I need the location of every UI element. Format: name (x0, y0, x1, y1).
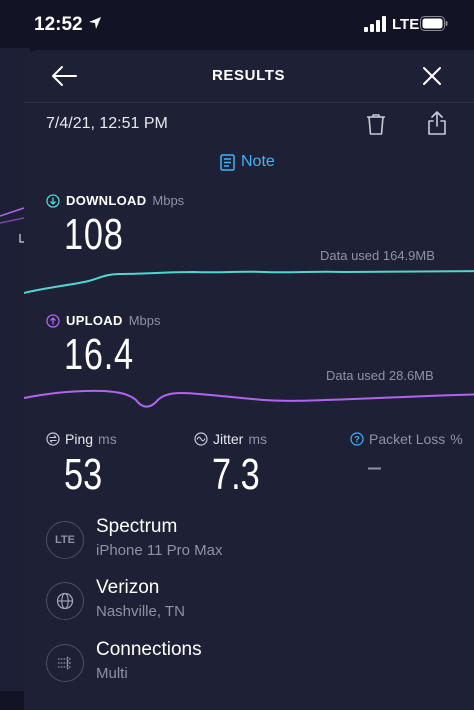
upload-value: 16.4 (64, 330, 134, 379)
provider-name: Spectrum (96, 516, 178, 537)
connections-title: Connections (96, 639, 202, 660)
status-time: 12:52 (34, 14, 83, 35)
status-bar: 12:52 LTE (0, 0, 474, 50)
results-header: RESULTS (24, 50, 474, 103)
jitter-icon (194, 432, 208, 446)
trash-icon[interactable] (364, 112, 388, 136)
network-type-label: LTE (392, 16, 420, 33)
help-icon[interactable]: ? (350, 432, 364, 446)
note-icon (220, 153, 235, 171)
packet-loss-value: – (368, 450, 382, 483)
download-header: DOWNLOAD Mbps (46, 193, 184, 208)
download-value: 108 (64, 210, 124, 259)
upload-unit: Mbps (128, 313, 161, 328)
jitter-value: 7.3 (212, 450, 260, 499)
download-unit: Mbps (152, 193, 185, 208)
globe-icon (46, 582, 84, 620)
upload-label: UPLOAD (66, 313, 123, 328)
globe-icon-graphic (56, 592, 74, 610)
device-name: iPhone 11 Pro Max (96, 542, 223, 559)
ping-value: 53 (64, 450, 103, 499)
connections-icon (46, 644, 84, 682)
svg-text:?: ? (354, 435, 360, 445)
upload-arrow-icon (46, 313, 60, 328)
connections-icon-graphic (58, 656, 72, 670)
page-title: RESULTS (212, 67, 286, 84)
lte-icon: LTE (46, 521, 84, 559)
download-label: DOWNLOAD (66, 193, 147, 208)
battery-icon (420, 16, 448, 31)
ping-unit: ms (98, 431, 117, 447)
back-arrow-icon[interactable] (50, 64, 78, 88)
ping-header: Ping ms (46, 431, 117, 447)
server-name: Verizon (96, 577, 160, 598)
download-graph (24, 270, 474, 294)
ping-label: Ping (65, 431, 94, 447)
jitter-unit: ms (248, 431, 268, 447)
upload-graph (24, 389, 474, 408)
lte-icon-text: LTE (55, 534, 75, 546)
jitter-label: Jitter (213, 431, 244, 447)
cellular-signal-icon (364, 16, 386, 32)
result-datetime: 7/4/21, 12:51 PM (46, 115, 168, 132)
packet-loss-header[interactable]: ? Packet Loss % (350, 431, 463, 447)
ping-icon (46, 432, 60, 446)
results-sheet: RESULTS 7/4/21, 12:51 PM Note DOWNLOAD M… (24, 50, 474, 710)
server-location: Nashville, TN (96, 603, 185, 620)
jitter-header: Jitter ms (194, 431, 267, 447)
note-button[interactable]: Note (220, 153, 275, 171)
packet-loss-label: Packet Loss (369, 431, 446, 447)
close-icon[interactable] (420, 64, 444, 88)
location-arrow-icon (89, 17, 101, 29)
upload-header: UPLOAD Mbps (46, 313, 161, 328)
share-icon[interactable] (426, 110, 448, 136)
note-label: Note (241, 153, 275, 170)
download-arrow-icon (46, 193, 60, 208)
connections-mode: Multi (96, 665, 128, 682)
packet-loss-unit: % (450, 431, 463, 447)
